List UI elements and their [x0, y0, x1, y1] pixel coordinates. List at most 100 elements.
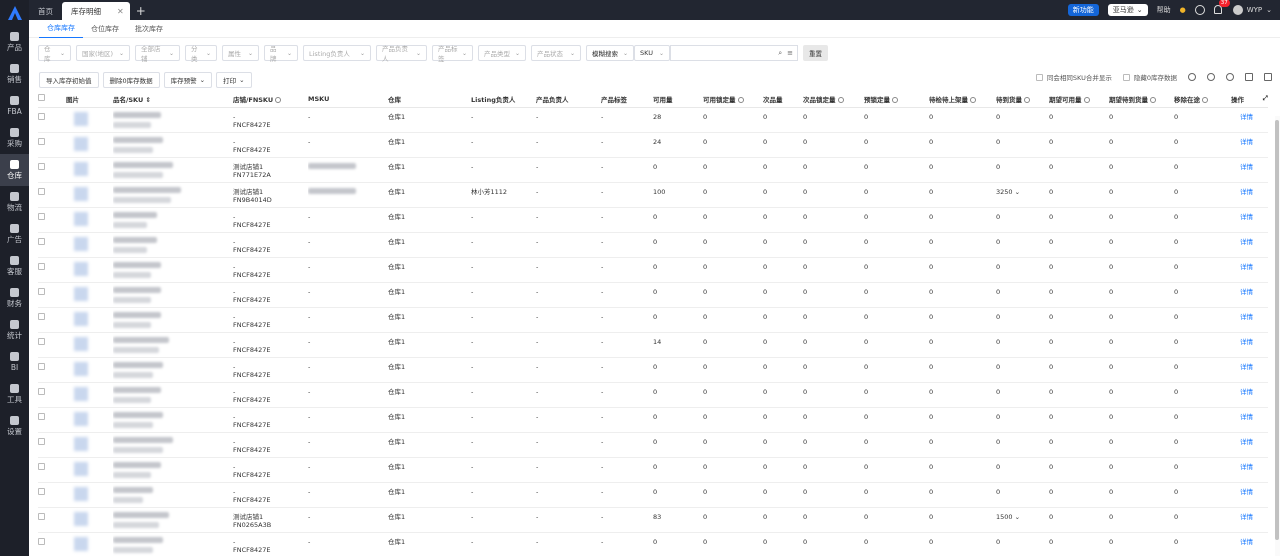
row-checkbox[interactable] — [38, 362, 45, 370]
sidebar-item-1[interactable]: 销售 — [0, 58, 29, 90]
column-header[interactable]: 图片 — [66, 91, 113, 108]
product-name[interactable] — [113, 436, 173, 443]
inbound-value[interactable]: 0 — [996, 313, 1000, 321]
sidebar-item-6[interactable]: 广告 — [0, 218, 29, 250]
table-row[interactable]: - FNCF8427E - 仓库1- - -0 0 0 0 0 0 0 0 0 0 详情 — [38, 432, 1268, 458]
row-checkbox[interactable] — [38, 287, 45, 295]
filter-select-4[interactable]: 属性 ⌄ — [222, 45, 259, 61]
column-header[interactable]: 品名/SKU ⇕ — [113, 91, 233, 108]
detail-link[interactable]: 详情 — [1231, 538, 1253, 546]
detail-link[interactable]: 详情 — [1231, 188, 1253, 196]
column-header[interactable]: 产品负责人 — [536, 91, 601, 108]
column-header[interactable]: 待检待上架量 — [929, 91, 996, 108]
app-logo-icon[interactable] — [0, 0, 29, 26]
product-name[interactable] — [113, 411, 163, 418]
table-row[interactable]: - FNCF8427E - 仓库1- - -28 0 0 0 0 0 0 0 0 0 详情 — [38, 107, 1268, 133]
sidebar-item-9[interactable]: 统计 — [0, 314, 29, 346]
filter-select-2[interactable]: 全部店铺 ⌄ — [135, 45, 180, 63]
delete-zero-stock-button[interactable]: 删除0库存数据 — [102, 71, 160, 88]
column-header[interactable]: 店铺/FNSKU — [233, 91, 308, 108]
row-checkbox[interactable] — [38, 212, 45, 220]
row-checkbox[interactable] — [38, 112, 45, 120]
product-image[interactable] — [74, 461, 88, 476]
hide-zero-checkbox[interactable] — [1122, 73, 1130, 81]
column-header[interactable]: 次品量 — [763, 91, 803, 108]
product-name[interactable] — [113, 511, 169, 518]
download-icon[interactable] — [1194, 5, 1205, 15]
column-header[interactable]: 次品锁定量 — [803, 91, 864, 108]
product-image[interactable] — [74, 411, 88, 426]
product-name[interactable] — [113, 186, 181, 193]
product-name[interactable] — [113, 386, 161, 393]
help-icon[interactable] — [970, 96, 976, 103]
detail-link[interactable]: 详情 — [1231, 313, 1253, 321]
inbound-value[interactable]: 1500 ⌄ — [996, 513, 1020, 521]
row-checkbox[interactable] — [38, 387, 45, 395]
table-row[interactable]: - FNCF8427E - 仓库1- - -0 0 0 0 0 0 0 0 0 0 详情 — [38, 532, 1268, 556]
stock-alert-button[interactable]: 库存预警 ⌄ — [163, 71, 213, 88]
sidebar-item-12[interactable]: 设置 — [0, 410, 29, 442]
column-header[interactable]: 操作 ⤢ — [1231, 91, 1268, 108]
product-image[interactable] — [74, 211, 88, 226]
filter-select-7[interactable]: 产品负责人 ⌄ — [376, 45, 427, 63]
product-image[interactable] — [74, 336, 88, 351]
inbound-value[interactable]: 0 — [996, 413, 1000, 421]
table-row[interactable]: - FNCF8427E - 仓库1- - -0 0 0 0 0 0 0 0 0 0 详情 — [38, 407, 1268, 433]
import-initial-stock-button[interactable]: 导入库存初始值 — [39, 71, 99, 88]
inbound-value[interactable]: 0 — [996, 288, 1000, 296]
filter-select-0[interactable]: 仓库 ⌄ — [38, 45, 71, 63]
help-icon[interactable] — [837, 96, 844, 103]
product-name[interactable] — [113, 286, 161, 293]
column-header[interactable]: 期望待到货量 — [1109, 91, 1174, 108]
sidebar-item-0[interactable]: 产品 — [0, 26, 29, 58]
row-checkbox[interactable] — [38, 537, 45, 545]
filter-select-8[interactable]: 产品标签 ⌄ — [432, 45, 473, 63]
inbound-value[interactable]: 0 — [996, 138, 1000, 146]
hide-zero-toggle[interactable]: 隐藏0库存数据 — [1122, 72, 1177, 82]
sidebar-item-11[interactable]: 工具 — [0, 378, 29, 410]
tab-batch-stock[interactable]: 批次库存 — [127, 20, 171, 38]
help-icon[interactable] — [1083, 96, 1090, 103]
detail-link[interactable]: 详情 — [1231, 238, 1253, 246]
table-row[interactable]: - FNCF8427E - 仓库1- - -0 0 0 0 0 0 0 0 0 0 详情 — [38, 482, 1268, 508]
bell-icon[interactable]: 37 — [1213, 0, 1230, 15]
column-header[interactable]: 移除在途 — [1174, 91, 1231, 108]
product-image[interactable] — [74, 111, 88, 126]
product-image[interactable] — [74, 361, 88, 376]
column-header[interactable]: 预锁定量 — [864, 91, 929, 108]
row-checkbox[interactable] — [38, 337, 45, 345]
product-name[interactable] — [113, 161, 173, 168]
product-name[interactable] — [113, 236, 157, 243]
detail-link[interactable]: 详情 — [1231, 263, 1253, 271]
table-row[interactable]: - FNCF8427E - 仓库1- - -14 0 0 0 0 0 0 0 0 0 详情 — [38, 332, 1268, 358]
expand-icon[interactable]: ⤢ — [1263, 94, 1268, 103]
row-checkbox[interactable] — [38, 437, 45, 445]
column-header[interactable]: MSKU — [308, 91, 388, 108]
column-header[interactable]: 仓库 — [388, 91, 471, 108]
info-icon[interactable] — [1207, 73, 1215, 81]
detail-link[interactable]: 详情 — [1231, 438, 1253, 446]
export-icon[interactable] — [1245, 73, 1253, 81]
close-icon[interactable]: ✕ — [117, 7, 124, 16]
product-image[interactable] — [74, 136, 88, 151]
new-feature-button[interactable]: 新功能 — [1067, 4, 1099, 16]
table-row[interactable]: 测试店铺1 FN771E72A 仓库1 - - - 0 0 0 0 0 0 0 0 0 0 详情 — [38, 157, 1268, 183]
table-row[interactable]: - FNCF8427E - 仓库1- - -0 0 0 0 0 0 0 0 0 0 详情 — [38, 357, 1268, 383]
help-icon[interactable] — [1150, 96, 1156, 103]
product-image[interactable] — [74, 486, 88, 501]
sidebar-item-10[interactable]: BI — [0, 346, 29, 378]
product-image[interactable] — [74, 236, 88, 251]
search-input[interactable]: ⌕ ≡ — [670, 45, 798, 61]
filter-select-10[interactable]: 产品状态 ⌄ — [531, 45, 581, 61]
scrollbar-thumb[interactable] — [1275, 120, 1279, 540]
product-image[interactable] — [74, 161, 88, 176]
column-header[interactable]: Listing负责人 — [471, 91, 536, 108]
row-checkbox[interactable] — [38, 162, 45, 170]
table-row[interactable]: - FNCF8427E - 仓库1- - -0 0 0 0 0 0 0 0 0 0 详情 — [38, 207, 1268, 233]
product-image[interactable] — [74, 261, 88, 276]
detail-link[interactable]: 详情 — [1231, 513, 1253, 521]
inbound-value[interactable]: 0 — [996, 488, 1000, 496]
row-checkbox[interactable] — [38, 237, 45, 245]
sidebar-item-8[interactable]: 财务 — [0, 282, 29, 314]
merge-checkbox[interactable] — [1035, 73, 1043, 81]
